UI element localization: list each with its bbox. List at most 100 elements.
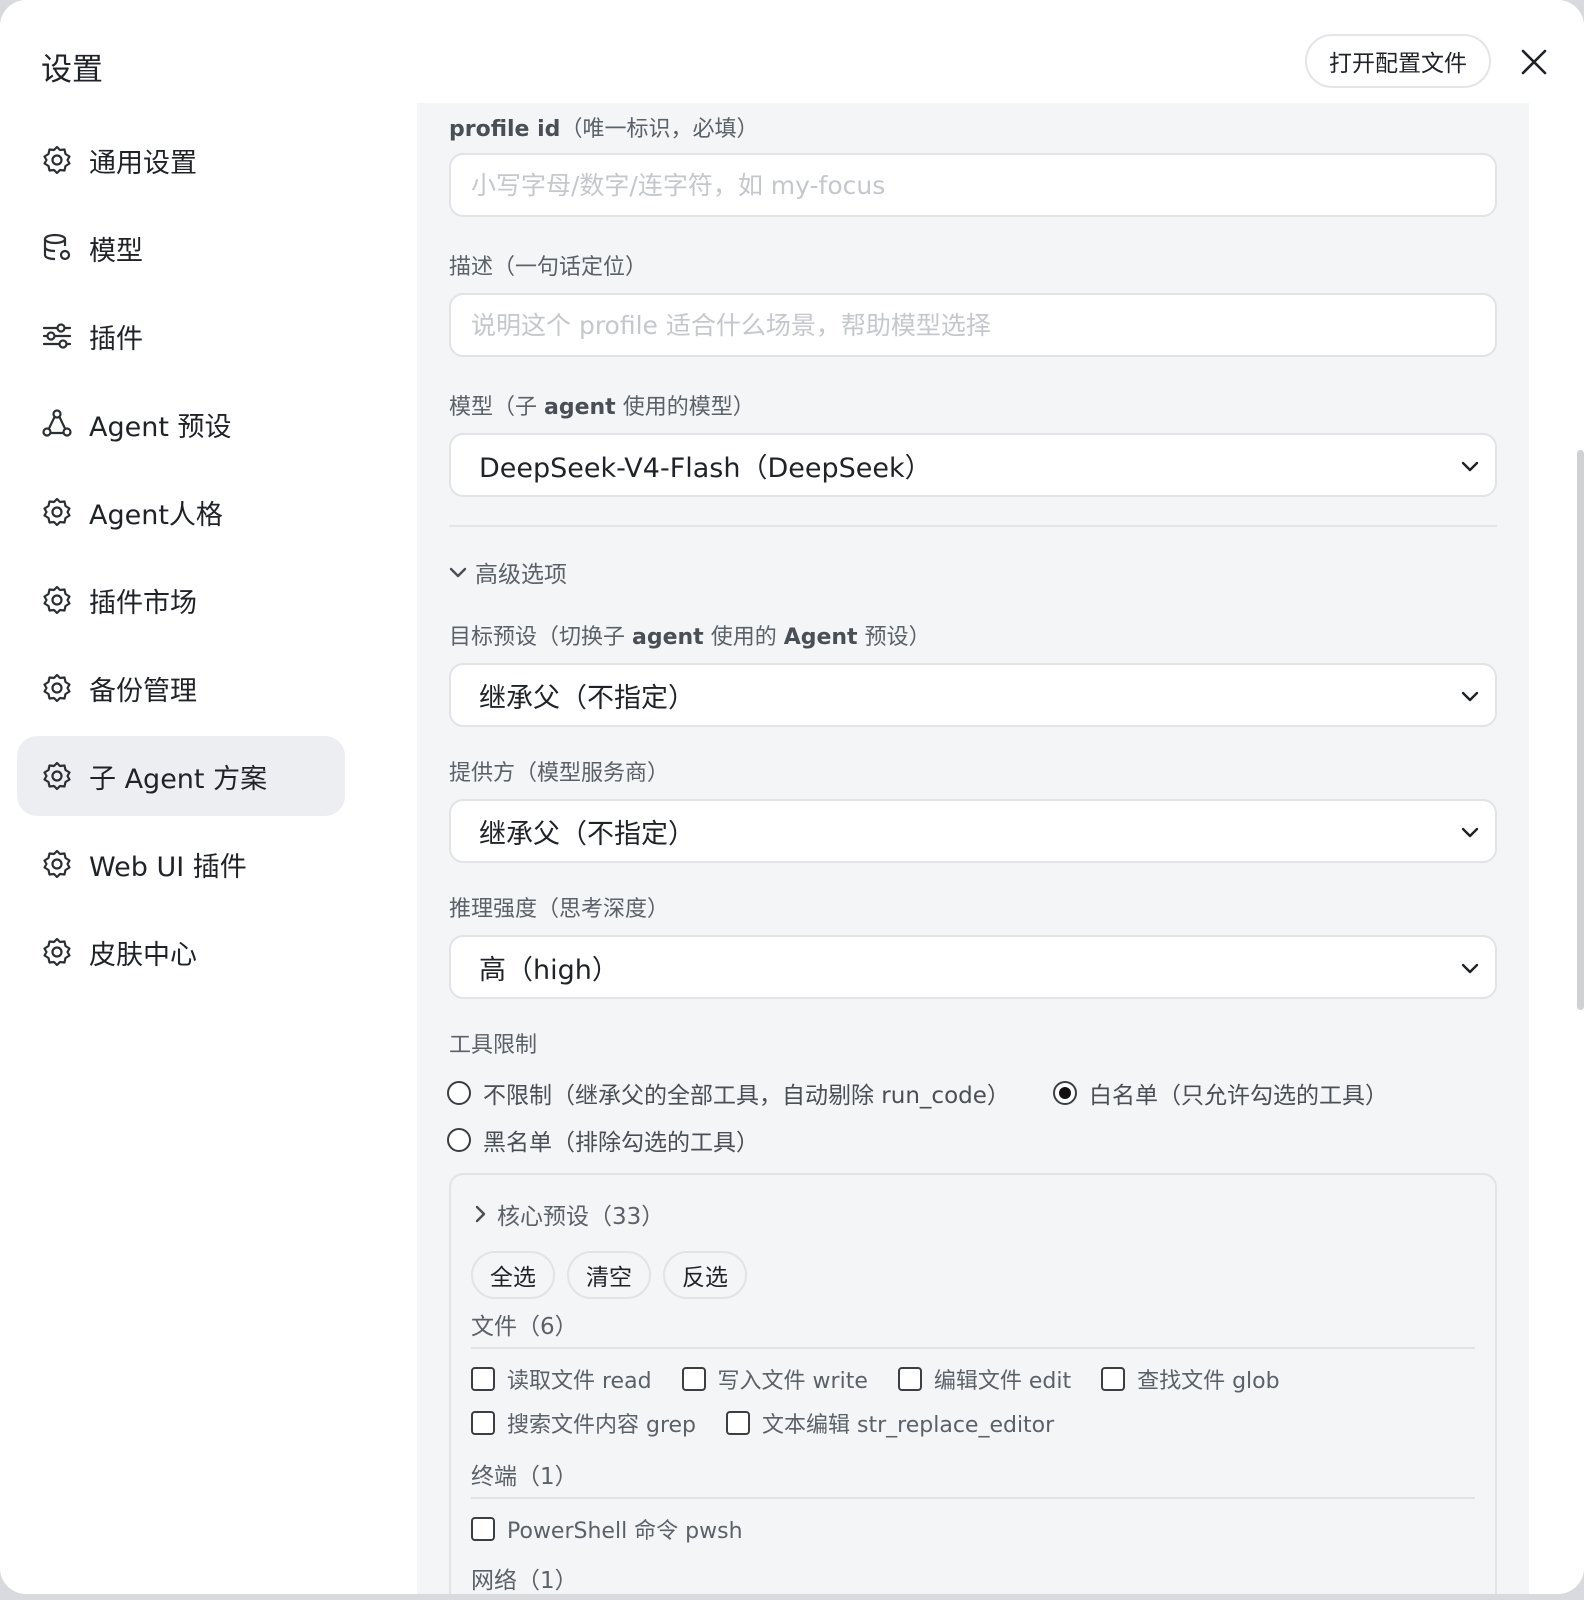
checkbox-label: 查找文件 glob: [1137, 1369, 1280, 1394]
sidebar-item-label: 模型: [89, 235, 143, 267]
gear-icon: [41, 672, 73, 704]
sub-agent-form-panel: profile id（唯一标识，必填） 描述（一句话定位） 模型（子 agent…: [417, 103, 1529, 1594]
profile-id-label: profile id（唯一标识，必填）: [449, 117, 759, 142]
gear-icon: [41, 760, 73, 792]
reasoning-select[interactable]: 高（high）: [449, 935, 1497, 999]
sidebar-item-label: 备份管理: [89, 675, 197, 707]
dialog-title: 设置: [41, 52, 103, 88]
sliders-icon: [41, 320, 73, 352]
sidebar-item-label: Web UI 插件: [89, 851, 247, 883]
chevron-down-icon: [1461, 963, 1479, 974]
tool-limit-option-blacklist[interactable]: 黑名单（排除勾选的工具）: [447, 1123, 759, 1157]
radio-button[interactable]: [447, 1128, 471, 1152]
model-select-value: DeepSeek-V4-Flash（DeepSeek）: [479, 452, 932, 484]
description-label: 描述（一句话定位）: [449, 255, 648, 280]
radio-label: 黑名单（排除勾选的工具）: [483, 1130, 759, 1156]
settings-dialog: 设置 打开配置文件 通用设置 模型 插件 Agent 预设 Agent人格 插件…: [0, 0, 1584, 1594]
sidebar-item-label: 通用设置: [89, 147, 197, 179]
checkbox[interactable]: [471, 1367, 495, 1391]
scrollbar[interactable]: [1577, 450, 1584, 1010]
tool-checkbox-grep[interactable]: 搜索文件内容 grep: [471, 1407, 696, 1439]
sidebar-item-webui-plugins[interactable]: Web UI 插件: [17, 824, 345, 904]
gear-icon: [41, 848, 73, 880]
gear-icon: [41, 144, 73, 176]
target-preset-value: 继承父（不指定）: [479, 682, 695, 714]
provider-value: 继承父（不指定）: [479, 818, 695, 850]
sidebar-item-label: 插件市场: [89, 587, 197, 619]
sidebar-item-agent-persona[interactable]: Agent人格: [17, 472, 345, 552]
tool-checkbox-row: PowerShell 命令 pwsh: [471, 1513, 773, 1545]
sidebar: 通用设置 模型 插件 Agent 预设 Agent人格 插件市场 备份管理 子 …: [17, 120, 345, 1000]
radio-label: 不限制（继承父的全部工具，自动剔除 run_code）: [483, 1083, 1010, 1109]
sidebar-item-label: 子 Agent 方案: [89, 763, 268, 795]
reasoning-value: 高（high）: [479, 954, 619, 986]
core-preset-toggle[interactable]: 核心预设（33）: [471, 1197, 664, 1231]
sidebar-item-label: Agent人格: [89, 499, 223, 531]
database-gear-icon: [41, 232, 73, 264]
checkbox-label: 搜索文件内容 grep: [507, 1413, 697, 1438]
checkbox[interactable]: [471, 1411, 495, 1435]
chevron-down-icon: [1461, 461, 1479, 472]
sidebar-item-backup[interactable]: 备份管理: [17, 648, 345, 728]
tool-limit-label: 工具限制: [449, 1033, 538, 1058]
checkbox-label: 读取文件 read: [507, 1369, 652, 1394]
description-input[interactable]: [449, 293, 1497, 357]
target-preset-label: 目标预设（切换子 agent 使用的 Agent 预设）: [449, 625, 931, 650]
gear-icon: [41, 496, 73, 528]
provider-select[interactable]: 继承父（不指定）: [449, 799, 1497, 863]
clear-button[interactable]: 清空: [567, 1251, 651, 1299]
sidebar-item-label: 插件: [89, 323, 143, 355]
checkbox[interactable]: [471, 1517, 495, 1541]
invert-button[interactable]: 反选: [663, 1251, 747, 1299]
close-button[interactable]: [1516, 44, 1552, 80]
tool-checkbox-row: 搜索文件内容 grep 文本编辑 str_replace_editor: [471, 1407, 1084, 1439]
tool-checkbox-read[interactable]: 读取文件 read: [471, 1363, 652, 1395]
checkbox[interactable]: [681, 1367, 706, 1391]
tool-group-title-files: 文件（6）: [471, 1314, 578, 1340]
radio-button[interactable]: [447, 1081, 471, 1105]
checkbox[interactable]: [897, 1367, 922, 1391]
sidebar-item-models[interactable]: 模型: [17, 208, 345, 288]
sidebar-item-label: Agent 预设: [89, 411, 232, 443]
target-preset-select[interactable]: 继承父（不指定）: [449, 663, 1497, 727]
model-select[interactable]: DeepSeek-V4-Flash（DeepSeek）: [449, 433, 1497, 497]
tool-checkbox-str-replace-editor[interactable]: 文本编辑 str_replace_editor: [726, 1407, 1054, 1439]
sidebar-item-skins[interactable]: 皮肤中心: [17, 912, 345, 992]
chevron-right-icon: [475, 1205, 486, 1223]
radio-button[interactable]: [1053, 1081, 1077, 1105]
tool-checkbox-pwsh[interactable]: PowerShell 命令 pwsh: [471, 1513, 743, 1545]
radio-label: 白名单（只允许勾选的工具）: [1089, 1083, 1388, 1109]
tool-group-title-terminal: 终端（1）: [471, 1464, 578, 1490]
sidebar-item-label: 皮肤中心: [89, 939, 197, 971]
sidebar-item-plugins[interactable]: 插件: [17, 296, 345, 376]
checkbox[interactable]: [1101, 1367, 1126, 1391]
checkbox-label: PowerShell 命令 pwsh: [507, 1519, 743, 1544]
sidebar-item-plugin-market[interactable]: 插件市场: [17, 560, 345, 640]
reasoning-label: 推理强度（思考深度）: [449, 897, 670, 922]
select-all-button[interactable]: 全选: [471, 1251, 555, 1299]
checkbox-label: 文本编辑 str_replace_editor: [762, 1413, 1055, 1438]
open-config-button[interactable]: 打开配置文件: [1305, 34, 1491, 88]
tool-limit-option-whitelist[interactable]: 白名单（只允许勾选的工具）: [1053, 1076, 1388, 1110]
section-divider: [449, 525, 1497, 527]
tool-group-title-network: 网络（1）: [471, 1568, 578, 1594]
sidebar-item-sub-agent[interactable]: 子 Agent 方案: [17, 736, 345, 816]
checkbox-label: 写入文件 write: [717, 1369, 868, 1394]
checkbox-label: 编辑文件 edit: [933, 1369, 1072, 1394]
sidebar-item-agent-presets[interactable]: Agent 预设: [17, 384, 345, 464]
close-icon: [1521, 49, 1547, 75]
core-preset-label: 核心预设（33）: [497, 1204, 665, 1230]
sidebar-item-general[interactable]: 通用设置: [17, 120, 345, 200]
model-label: 模型（子 agent 使用的模型）: [449, 395, 755, 420]
chevron-down-icon: [1461, 827, 1479, 838]
tool-checkbox-row: 读取文件 read 写入文件 write 编辑文件 edit 查找文件 glob: [471, 1363, 1310, 1395]
tool-checkbox-write[interactable]: 写入文件 write: [681, 1363, 868, 1395]
advanced-options-toggle[interactable]: 高级选项: [447, 555, 567, 589]
tool-limit-option-unlimited[interactable]: 不限制（继承父的全部工具，自动剔除 run_code）: [447, 1076, 1010, 1110]
gear-icon: [41, 584, 73, 616]
provider-label: 提供方（模型服务商）: [449, 761, 670, 786]
tool-checkbox-edit[interactable]: 编辑文件 edit: [897, 1363, 1072, 1395]
checkbox[interactable]: [726, 1411, 751, 1435]
profile-id-input[interactable]: [449, 153, 1497, 217]
tool-checkbox-glob[interactable]: 查找文件 glob: [1101, 1363, 1280, 1395]
